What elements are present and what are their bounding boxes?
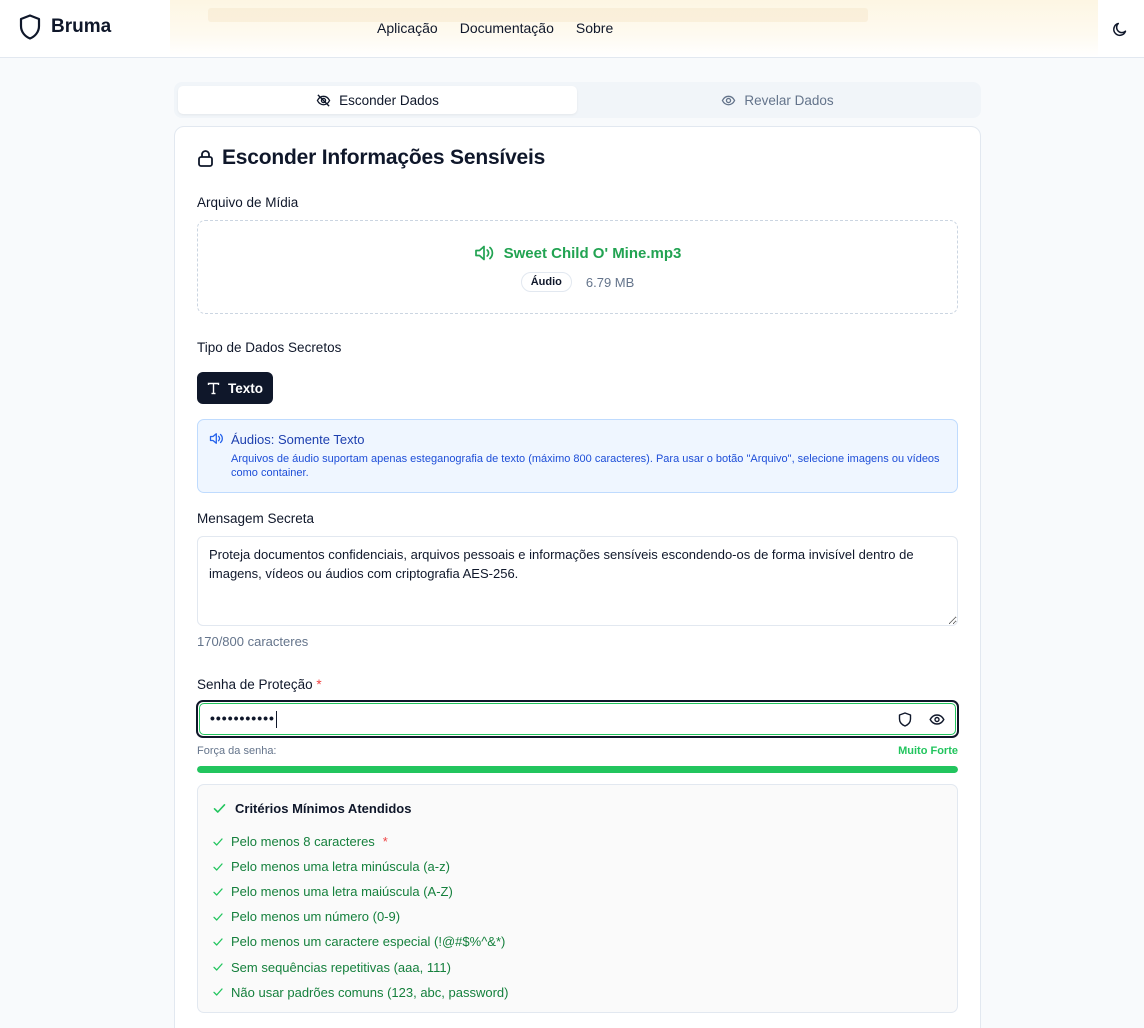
- media-label: Arquivo de Mídia: [197, 195, 299, 210]
- check-icon: [213, 888, 223, 896]
- main-nav: Aplicação Documentação Sobre: [377, 20, 613, 36]
- criteria-text: Não usar padrões comuns (123, abc, passw…: [231, 984, 509, 1000]
- info-text: Arquivos de áudio suportam apenas estega…: [231, 453, 940, 479]
- eye-icon[interactable]: [929, 712, 945, 727]
- criteria-item: Pelo menos um número (0-9): [213, 904, 508, 929]
- password-label-text: Senha de Proteção: [197, 677, 313, 692]
- shield-icon[interactable]: [898, 712, 912, 727]
- strength-value: Muito Forte: [898, 745, 958, 757]
- text-caret: [275, 710, 277, 728]
- criteria-item: Pelo menos uma letra maiúscula (A-Z): [213, 879, 508, 904]
- criteria-text: Pelo menos uma letra minúscula (a-z): [231, 859, 450, 875]
- media-type-badge: Áudio: [520, 272, 572, 292]
- media-dropzone[interactable]: Sweet Child O' Mine.mp3 Áudio 6.79 MB: [197, 220, 958, 314]
- volume-icon: [474, 245, 493, 261]
- lock-icon: [198, 150, 213, 167]
- check-icon: [213, 938, 223, 946]
- criteria-list: Pelo menos 8 caracteres * Pelo menos uma …: [213, 829, 508, 1005]
- check-icon: [213, 837, 223, 846]
- check-icon: [213, 804, 226, 813]
- tab-revelar-dados[interactable]: Revelar Dados: [578, 86, 977, 114]
- tab-esconder-dados[interactable]: Esconder Dados: [178, 86, 577, 114]
- mode-tabs: Esconder Dados Revelar Dados: [174, 82, 981, 118]
- criteria-item: Pelo menos uma letra minúscula (a-z): [213, 854, 508, 879]
- nav-aplicacao[interactable]: Aplicação: [377, 20, 438, 36]
- password-label: Senha de Proteção *: [197, 677, 322, 692]
- file-row: Sweet Child O' Mine.mp3: [198, 244, 957, 262]
- required-mark: *: [316, 677, 322, 692]
- moon-icon[interactable]: [1111, 20, 1129, 38]
- type-icon: [207, 382, 220, 394]
- eye-off-icon: [316, 93, 331, 107]
- password-field[interactable]: •••••••••••: [196, 700, 959, 738]
- check-icon: [213, 862, 223, 871]
- password-masked-value: •••••••••••: [210, 710, 275, 726]
- check-icon: [213, 913, 223, 921]
- info-title: Áudios: Somente Texto: [231, 432, 365, 447]
- check-icon: [213, 988, 223, 996]
- page-title: Esconder Informações Sensíveis: [222, 146, 546, 169]
- password-criteria: Critérios Mínimos Atendidos Pelo menos 8…: [197, 784, 958, 1013]
- criteria-item: Não usar padrões comuns (123, abc, passw…: [213, 980, 508, 1005]
- criteria-text: Pelo menos uma letra maiúscula (A-Z): [231, 884, 453, 900]
- header-highlight: [170, 0, 1098, 57]
- nav-sobre[interactable]: Sobre: [576, 20, 613, 36]
- criteria-text: Sem sequências repetitivas (aaa, 111): [231, 959, 451, 975]
- brand-logo[interactable]: Bruma: [19, 14, 111, 40]
- required-mark: *: [382, 834, 388, 850]
- criteria-text: Pelo menos um caractere especial (!@#$%^…: [231, 934, 506, 950]
- shield-icon: [19, 14, 41, 40]
- check-icon: [213, 963, 223, 971]
- criteria-text: Pelo menos 8 caracteres: [231, 834, 375, 850]
- secret-message-input[interactable]: Proteja documentos confidenciais, arquiv…: [197, 536, 958, 626]
- text-type-button[interactable]: Texto: [197, 372, 273, 404]
- criteria-header: Critérios Mínimos Atendidos: [213, 801, 411, 816]
- app-header: Bruma Aplicação Documentação Sobre: [0, 0, 1144, 58]
- nav-documentacao[interactable]: Documentação: [460, 20, 554, 36]
- file-name: Sweet Child O' Mine.mp3: [503, 244, 682, 262]
- file-size: 6.79 MB: [585, 274, 635, 290]
- criteria-item: Pelo menos um caractere especial (!@#$%^…: [213, 929, 508, 954]
- criteria-item: Pelo menos 8 caracteres *: [213, 829, 508, 854]
- text-type-label: Texto: [227, 380, 263, 396]
- file-meta: Áudio 6.79 MB: [198, 272, 957, 292]
- card-title: Esconder Informações Sensíveis: [197, 146, 545, 170]
- volume-icon: [209, 433, 223, 444]
- strength-label: Força da senha:: [197, 745, 277, 757]
- eye-icon: [722, 95, 736, 105]
- tab-revelar-label: Revelar Dados: [744, 92, 834, 108]
- password-field-ring: [199, 703, 956, 735]
- tab-esconder-label: Esconder Dados: [339, 92, 439, 108]
- criteria-title: Critérios Mínimos Atendidos: [235, 801, 412, 816]
- strength-bar-fill: [197, 766, 958, 773]
- audio-info-box: Áudios: Somente Texto Arquivos de áudio …: [197, 419, 958, 493]
- password-input[interactable]: •••••••••••: [210, 710, 277, 728]
- message-label: Mensagem Secreta: [197, 511, 315, 526]
- criteria-item: Sem sequências repetitivas (aaa, 111): [213, 954, 508, 979]
- strength-bar: [197, 766, 958, 773]
- char-counter: 170/800 caracteres: [197, 634, 309, 649]
- criteria-text: Pelo menos um número (0-9): [231, 909, 401, 925]
- brand-name: Bruma: [51, 16, 112, 37]
- secret-type-label: Tipo de Dados Secretos: [197, 340, 342, 355]
